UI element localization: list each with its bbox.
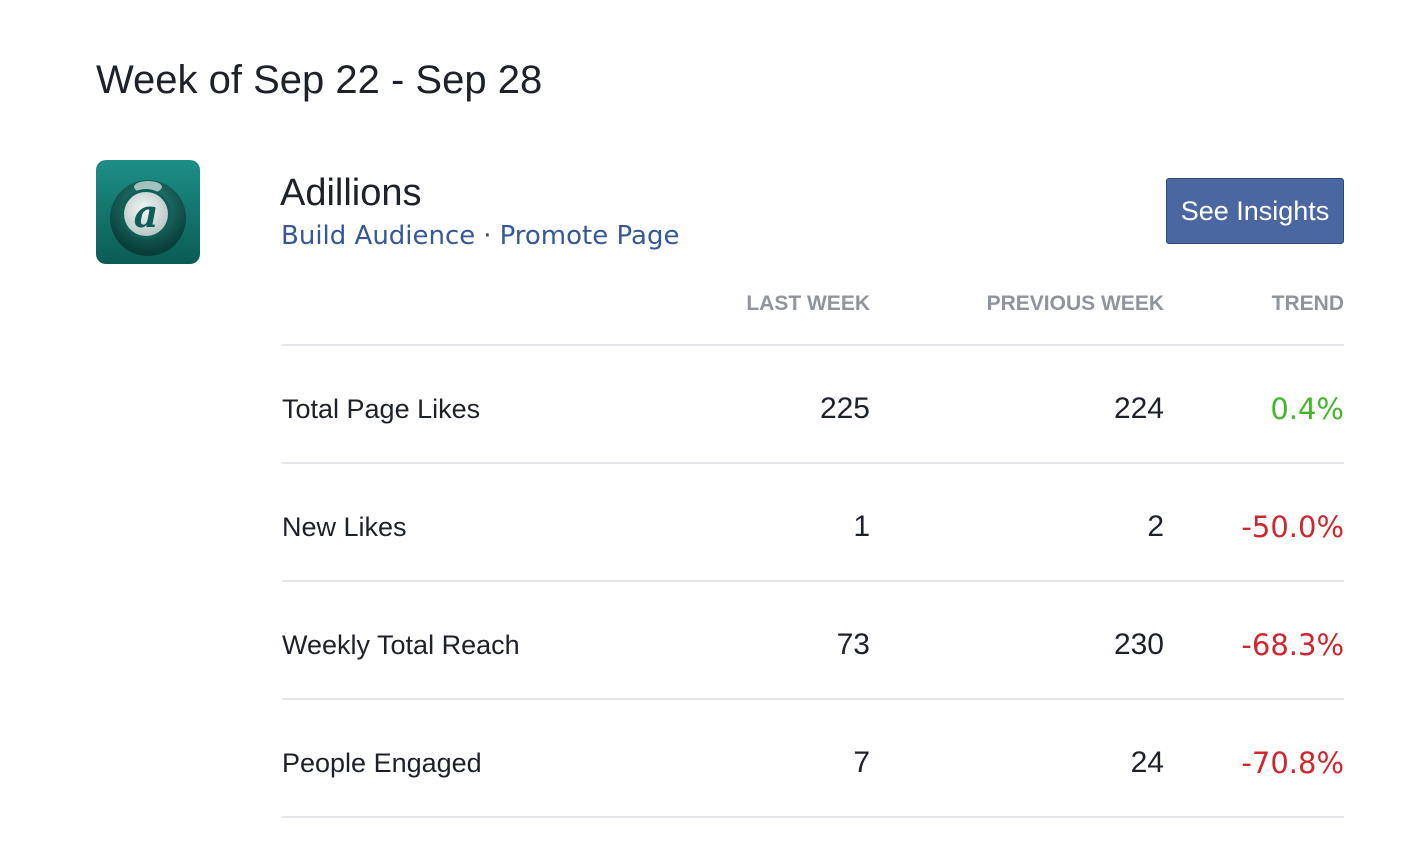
previous-week-value: 2 xyxy=(1147,510,1164,543)
table-row-weekly-total-reach: Weekly Total Reach 73 230 -68.3% xyxy=(282,582,1344,700)
table-row-total-page-likes: Total Page Likes 225 224 0.4% xyxy=(282,346,1344,464)
see-insights-button[interactable]: See Insights xyxy=(1166,178,1344,244)
table-row-people-engaged: People Engaged 7 24 -70.8% xyxy=(282,700,1344,818)
last-week-value: 225 xyxy=(819,392,870,425)
logo-letter: a xyxy=(134,191,159,236)
build-audience-link[interactable]: Build Audience xyxy=(281,221,475,251)
link-separator: · xyxy=(483,221,492,251)
adillions-logo-icon[interactable]: a xyxy=(96,160,200,264)
column-header-last-week: LAST WEEK xyxy=(746,292,870,315)
page-links: Build Audience · Promote Page xyxy=(281,216,679,256)
previous-week-value: 224 xyxy=(1113,392,1164,425)
last-week-value: 1 xyxy=(853,510,870,543)
last-week-value: 73 xyxy=(836,628,870,661)
previous-week-value: 230 xyxy=(1113,628,1164,661)
metric-label: Weekly Total Reach xyxy=(282,630,520,660)
last-week-value: 7 xyxy=(853,746,870,779)
metric-label: People Engaged xyxy=(282,748,482,778)
column-header-trend: TREND xyxy=(1271,292,1344,315)
promote-page-link[interactable]: Promote Page xyxy=(500,221,680,251)
trend-value: -68.3% xyxy=(1241,628,1344,662)
stats-table: LAST WEEK PREVIOUS WEEK TREND Total Page… xyxy=(282,280,1344,818)
table-row-new-likes: New Likes 1 2 -50.0% xyxy=(282,464,1344,582)
column-header-previous-week: PREVIOUS WEEK xyxy=(986,292,1164,315)
metric-label: New Likes xyxy=(282,512,407,542)
stats-header-row: LAST WEEK PREVIOUS WEEK TREND xyxy=(282,280,1344,346)
week-title: Week of Sep 22 - Sep 28 xyxy=(96,58,543,102)
trend-value: 0.4% xyxy=(1270,392,1344,426)
page-name[interactable]: Adillions xyxy=(280,170,422,216)
trend-value: -50.0% xyxy=(1241,510,1344,544)
metric-label: Total Page Likes xyxy=(282,394,481,424)
previous-week-value: 24 xyxy=(1130,746,1164,779)
trend-value: -70.8% xyxy=(1241,746,1344,780)
